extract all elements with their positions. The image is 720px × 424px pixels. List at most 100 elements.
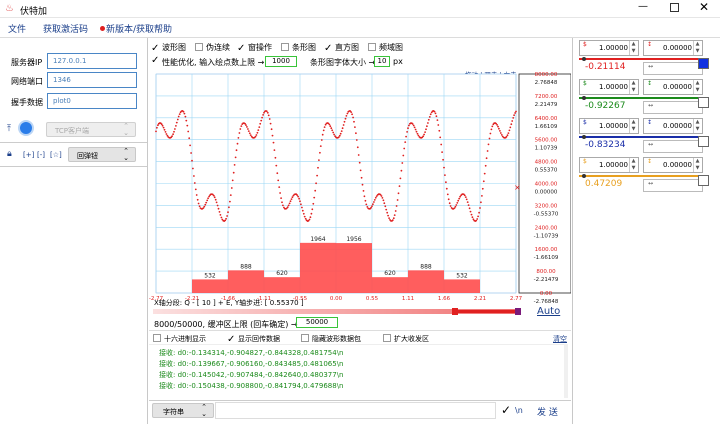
remove-bracket-button[interactable]: [-] (37, 151, 45, 159)
auto-link[interactable]: Auto (537, 306, 560, 317)
receive-option-2[interactable]: 隐藏波形数据包 (301, 334, 361, 344)
checkbox[interactable] (301, 334, 309, 342)
perf-input[interactable]: 1000 (265, 56, 297, 67)
option-5[interactable]: 频域图 (368, 42, 403, 53)
menu-activation[interactable]: 获取激活码 (43, 22, 88, 35)
slider-handle-right[interactable] (515, 308, 521, 315)
wave-point (373, 199, 376, 201)
wave-point (160, 123, 163, 126)
wave-point (328, 123, 331, 126)
option-1[interactable]: 伪连续 (195, 42, 230, 53)
channel-color-swatch[interactable] (698, 136, 709, 147)
format-select[interactable]: 字符串 ⌃ ⌄ (152, 403, 214, 418)
buffer-input[interactable]: 50000 (296, 317, 338, 328)
spinner-arrows-icon[interactable]: ▲ ▼ (629, 41, 637, 55)
scale-spinner[interactable]: $1.00000 ▲ ▼ (579, 157, 639, 173)
receive-log[interactable]: 接收: d0:-0.134314,-0.904827,-0.844328,0.4… (149, 344, 564, 398)
checkbox[interactable] (383, 334, 391, 342)
channel-small-field[interactable]: ↔ (643, 101, 703, 114)
handshake-input[interactable]: plot0 (47, 93, 137, 109)
star-bracket-button[interactable]: [☆] (50, 151, 62, 159)
log-scrollbar[interactable] (564, 344, 568, 398)
wave-point (280, 197, 282, 199)
checkbox[interactable] (281, 43, 289, 51)
send-button[interactable]: 发 送 (537, 405, 558, 418)
channel-value: -0.21114 (585, 62, 626, 72)
histogram-label: 532 (456, 272, 468, 279)
checkbox[interactable] (195, 43, 203, 51)
checkbox-checked[interactable]: ✓ (324, 44, 332, 54)
channel-slider-knob[interactable] (582, 135, 586, 139)
offset-spinner[interactable]: ↕ 0.00000 ▲ ▼ (643, 79, 703, 95)
receive-option-3[interactable]: 扩大收发区 (383, 334, 429, 344)
receive-option-label: 显示回传数据 (238, 335, 280, 343)
spinner-arrows-icon[interactable]: ▲ ▼ (629, 119, 637, 133)
menu-new-version[interactable]: 新版本/获取帮助 (106, 22, 172, 35)
spinner-arrows-icon[interactable]: ▲ ▼ (693, 41, 701, 55)
bar-font-input[interactable]: 10 (374, 56, 390, 67)
scale-spinner[interactable]: $1.00000 ▲ ▼ (579, 40, 639, 56)
receive-option-0[interactable]: 十六进制显示 (153, 334, 206, 344)
receive-option-1[interactable]: ✓ 显示回传数据 (227, 334, 280, 345)
spinner-arrows-icon[interactable]: ▲ ▼ (629, 158, 637, 172)
channel-color-swatch[interactable] (698, 97, 709, 108)
perf-check[interactable]: ✓ (151, 56, 159, 66)
connection-panel: 服务器IP 127.0.0.1 网络端口 1346 握手数据 plot0 ⤒ T… (0, 38, 148, 424)
wave-point (484, 164, 487, 167)
send-input[interactable] (215, 402, 496, 419)
newline-check-icon[interactable]: ✓ (501, 403, 511, 417)
checkbox-checked[interactable]: ✓ (151, 44, 159, 54)
option-label: 波形图 (162, 43, 186, 52)
channel-small-field[interactable]: ↔ (643, 179, 703, 192)
channel-slider-knob[interactable] (582, 174, 586, 178)
checkbox-checked[interactable]: ✓ (227, 335, 235, 345)
scale-spinner[interactable]: $1.00000 ▲ ▼ (579, 118, 639, 134)
option-3[interactable]: 条形图 (281, 42, 316, 53)
port-input[interactable]: 1346 (47, 72, 137, 88)
connect-toggle[interactable] (20, 122, 32, 134)
mode-select[interactable]: TCP客户端 ⌃ ⌄ (46, 122, 136, 137)
channel-color-swatch[interactable] (698, 175, 709, 186)
wave-point (268, 118, 271, 120)
checkbox[interactable] (153, 334, 161, 342)
option-2[interactable]: ✓ 窗操作 (237, 42, 272, 54)
checkbox[interactable] (368, 43, 376, 51)
menu-file[interactable]: 文件 (8, 22, 26, 35)
wave-point (318, 159, 320, 161)
maximize-button[interactable] (670, 3, 679, 12)
waveform-chart[interactable]: 5328886201964 1956620888532-2.77 -2.21 -1.6… (149, 71, 571, 306)
wave-point (162, 126, 165, 129)
offset-spinner[interactable]: ↕ 0.00000 ▲ ▼ (643, 157, 703, 173)
spinner-arrows-icon[interactable]: ▲ ▼ (693, 80, 701, 94)
checkbox-checked[interactable]: ✓ (237, 44, 245, 54)
close-button[interactable]: ✕ (699, 0, 709, 14)
lock-icon[interactable]: 🔒︎ (7, 149, 12, 159)
offset-spinner[interactable]: ↕ 0.00000 ▲ ▼ (643, 118, 703, 134)
dollar-icon: $ (583, 119, 587, 126)
wave-point (352, 116, 354, 119)
axis-info: X轴分段: Q - [ 10 ] + E, Y轴步进: [ 0.55370 ] (154, 299, 304, 307)
wave-point (175, 125, 177, 127)
add-bracket-button[interactable]: [+] (23, 151, 34, 159)
channel-color-swatch[interactable] (698, 58, 709, 69)
spinner-arrows-icon[interactable]: ▲ ▼ (693, 119, 701, 133)
channel-slider-knob[interactable] (582, 96, 586, 100)
channel-small-field[interactable]: ↔ (643, 140, 703, 153)
right-axis-black-label: -0.55370 (534, 211, 559, 217)
offset-spinner[interactable]: ↕ 0.00000 ▲ ▼ (643, 40, 703, 56)
spinner-arrows-icon[interactable]: ▲ ▼ (629, 80, 637, 94)
popup-select[interactable]: 回弹钮 ⌃ ⌄ (68, 147, 136, 162)
clear-link[interactable]: 清空 (553, 334, 567, 344)
upload-icon[interactable]: ⤒ (7, 124, 11, 134)
option-4[interactable]: ✓ 直方图 (324, 42, 359, 54)
server-ip-input[interactable]: 127.0.0.1 (47, 53, 137, 69)
minimize-button[interactable]: — (638, 1, 648, 12)
histogram-label: 888 (240, 263, 252, 270)
right-axis-red-label: 2400.00 (535, 225, 558, 231)
channel-slider-knob[interactable] (582, 57, 586, 61)
scale-spinner[interactable]: $1.00000 ▲ ▼ (579, 79, 639, 95)
spinner-arrows-icon[interactable]: ▲ ▼ (693, 158, 701, 172)
option-0[interactable]: ✓ 波形图 (151, 42, 186, 54)
wave-point (266, 111, 269, 114)
channel-small-field[interactable]: ↔ (643, 62, 703, 75)
